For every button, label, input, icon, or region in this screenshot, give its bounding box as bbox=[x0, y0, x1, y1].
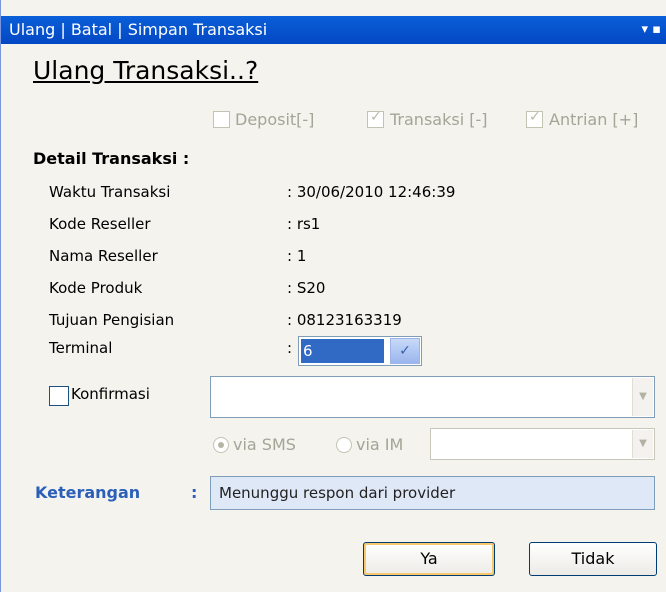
kode-reseller-value: : rs1 bbox=[287, 215, 321, 233]
keterangan-colon: : bbox=[191, 483, 198, 502]
terminal-colon: : bbox=[287, 339, 293, 357]
nama-reseller-label: Nama Reseller bbox=[49, 247, 158, 265]
title-bar: Ulang | Batal | Simpan Transaksi ▾ ▪ bbox=[1, 16, 666, 44]
chevron-down-icon[interactable]: ▼ bbox=[632, 430, 653, 458]
detail-title: Detail Transaksi : bbox=[33, 149, 190, 168]
terminal-label: Terminal bbox=[49, 339, 113, 357]
keterangan-label: Keterangan bbox=[35, 483, 141, 502]
via-im-radio[interactable] bbox=[336, 437, 352, 453]
via-im-label: via IM bbox=[356, 435, 404, 454]
window-title: Ulang | Batal | Simpan Transaksi bbox=[9, 20, 268, 39]
konfirmasi-checkbox[interactable] bbox=[49, 386, 69, 406]
kode-reseller-label: Kode Reseller bbox=[49, 215, 151, 233]
kode-produk-label: Kode Produk bbox=[49, 279, 143, 297]
terminal-select[interactable]: 6 ✓ bbox=[298, 336, 422, 366]
antrian-label: Antrian [+] bbox=[549, 110, 639, 129]
ya-button[interactable]: Ya bbox=[363, 542, 495, 576]
deposit-checkbox[interactable] bbox=[213, 111, 230, 128]
via-sms-label: via SMS bbox=[233, 435, 296, 454]
tujuan-value: : 08123163319 bbox=[287, 311, 402, 329]
dialog-window: Ulang | Batal | Simpan Transaksi ▾ ▪ Ula… bbox=[0, 0, 666, 592]
transaksi-checkbox[interactable] bbox=[367, 109, 384, 128]
tidak-button[interactable]: Tidak bbox=[529, 542, 657, 576]
antrian-checkbox[interactable] bbox=[526, 109, 543, 128]
nama-reseller-value: : 1 bbox=[287, 247, 307, 265]
page-title: Ulang Transaksi..? bbox=[33, 56, 259, 85]
chevron-down-icon[interactable]: ▼ bbox=[632, 378, 653, 416]
waktu-value: : 30/06/2010 12:46:39 bbox=[287, 183, 456, 201]
via-sms-radio[interactable] bbox=[213, 437, 229, 453]
im-select[interactable]: ▼ bbox=[430, 428, 655, 460]
kode-produk-value: : S20 bbox=[287, 279, 326, 297]
transaksi-label: Transaksi [-] bbox=[390, 110, 488, 129]
konfirmasi-select[interactable]: ▼ bbox=[210, 376, 655, 418]
tujuan-label: Tujuan Pengisian bbox=[49, 311, 175, 329]
keterangan-field[interactable]: Menunggu respon dari provider bbox=[210, 476, 655, 510]
pin-icon[interactable]: ▾ ▪ bbox=[642, 16, 661, 44]
chevron-down-icon[interactable]: ✓ bbox=[390, 338, 420, 364]
waktu-label: Waktu Transaksi bbox=[49, 183, 171, 201]
terminal-selected-value: 6 bbox=[301, 339, 384, 363]
konfirmasi-label: Konfirmasi bbox=[71, 385, 150, 403]
deposit-label: Deposit[-] bbox=[235, 110, 315, 129]
